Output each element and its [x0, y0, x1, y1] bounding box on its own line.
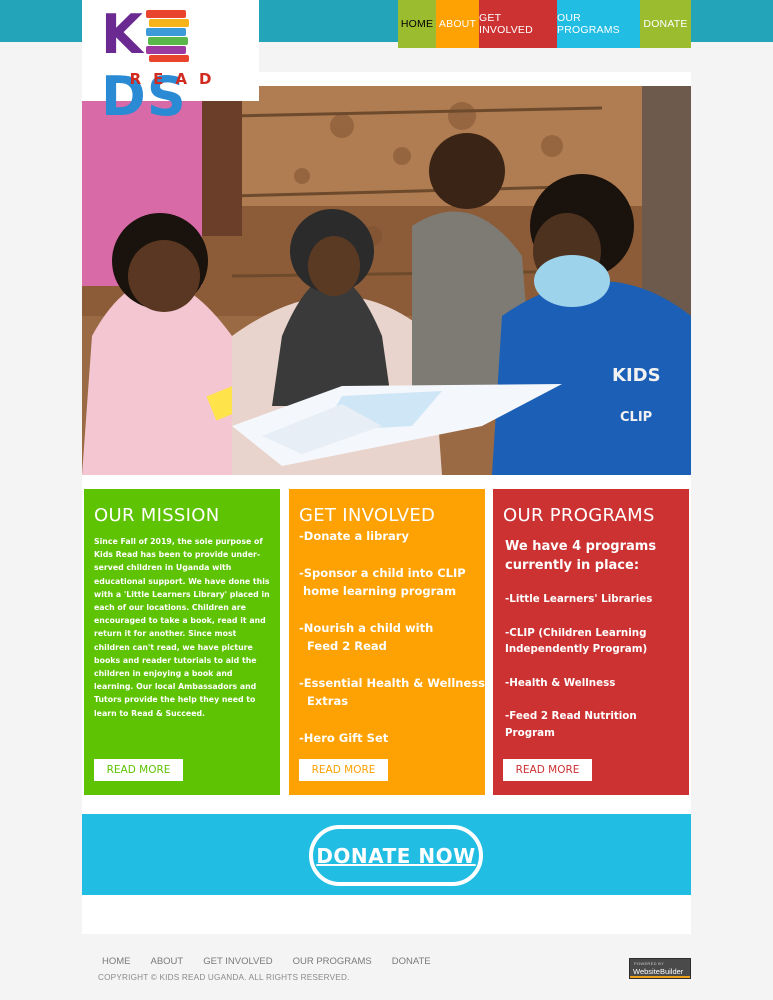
- logo-wordmark: K DS: [101, 4, 259, 128]
- website-builder-badge[interactable]: POWERED BY WebsiteBuilder: [629, 958, 691, 979]
- main-nav: HOME ABOUT GET INVOLVED OUR PROGRAMS DON…: [398, 0, 691, 48]
- footer-nav: HOME ABOUT GET INVOLVED OUR PROGRAMS DON…: [102, 956, 451, 967]
- donate-now-label: DONATE NOW: [316, 843, 476, 868]
- programs-title: OUR PROGRAMS: [503, 505, 655, 526]
- get-involved-read-more-button[interactable]: READ MORE: [299, 759, 388, 781]
- nav-our-programs[interactable]: OUR PROGRAMS: [557, 0, 640, 48]
- list-item: -Feed 2 Read Nutrition Program: [505, 710, 637, 739]
- nav-get-involved[interactable]: GET INVOLVED: [479, 0, 557, 48]
- mission-read-more-button[interactable]: READ MORE: [94, 759, 183, 781]
- footer-link-about[interactable]: ABOUT: [151, 956, 184, 967]
- mission-body: Since Fall of 2019, the sole purpose of …: [94, 537, 270, 718]
- list-item: -Donate a library: [299, 529, 409, 543]
- nav-home[interactable]: HOME: [398, 0, 436, 48]
- programs-list: -Little Learners' Libraries -CLIP (Child…: [505, 591, 689, 758]
- get-involved-list: -Donate a library -Sponsor a child into …: [299, 527, 485, 766]
- svg-text:CLIP: CLIP: [620, 410, 652, 425]
- kids-read-logo[interactable]: K DS READ: [82, 0, 259, 128]
- copyright-text: COPYRIGHT © KIDS READ UGANDA. ALL RIGHTS…: [98, 973, 350, 982]
- list-item: -Health & Wellness: [505, 676, 616, 689]
- list-item: -Little Learners' Libraries: [505, 593, 653, 605]
- programs-box: OUR PROGRAMS We have 4 programs currentl…: [493, 489, 689, 795]
- get-involved-box: GET INVOLVED -Donate a library -Sponsor …: [289, 489, 485, 795]
- get-involved-title: GET INVOLVED: [299, 505, 436, 526]
- list-item: -CLIP (Children Learning Independently P…: [505, 626, 648, 656]
- list-item: -Nourish a child with Feed 2 Read: [299, 621, 434, 653]
- donate-now-button[interactable]: DONATE NOW: [309, 825, 483, 886]
- mission-box: OUR MISSION Since Fall of 2019, the sole…: [84, 489, 280, 795]
- footer-link-home[interactable]: HOME: [102, 956, 131, 967]
- list-item: -Hero Gift Set: [299, 731, 389, 745]
- logo-letter-k: K: [101, 3, 144, 66]
- badge-brand: WebsiteBuilder: [633, 967, 684, 976]
- footer-link-donate[interactable]: DONATE: [392, 956, 431, 967]
- hero-photo: KIDS CLIP: [82, 86, 691, 475]
- footer-link-get-involved[interactable]: GET INVOLVED: [203, 956, 272, 967]
- stacked-books-icon: [145, 10, 189, 62]
- footer-link-our-programs[interactable]: OUR PROGRAMS: [293, 956, 372, 967]
- nav-about[interactable]: ABOUT: [436, 0, 479, 48]
- badge-powered-by: POWERED BY: [634, 961, 665, 966]
- mission-title: OUR MISSION: [94, 505, 220, 526]
- svg-text:KIDS: KIDS: [612, 365, 661, 386]
- badge-accent-bar: [630, 976, 690, 978]
- nav-donate[interactable]: DONATE: [640, 0, 691, 48]
- list-item: -Essential Health & Wellness Extras: [299, 676, 485, 708]
- list-item: -Sponsor a child into CLIP home learning…: [299, 566, 466, 598]
- programs-subtitle: We have 4 programs currently in place:: [505, 539, 657, 573]
- programs-read-more-button[interactable]: READ MORE: [503, 759, 592, 781]
- logo-subtitle: READ: [129, 70, 224, 88]
- donate-banner: DONATE NOW: [82, 814, 691, 895]
